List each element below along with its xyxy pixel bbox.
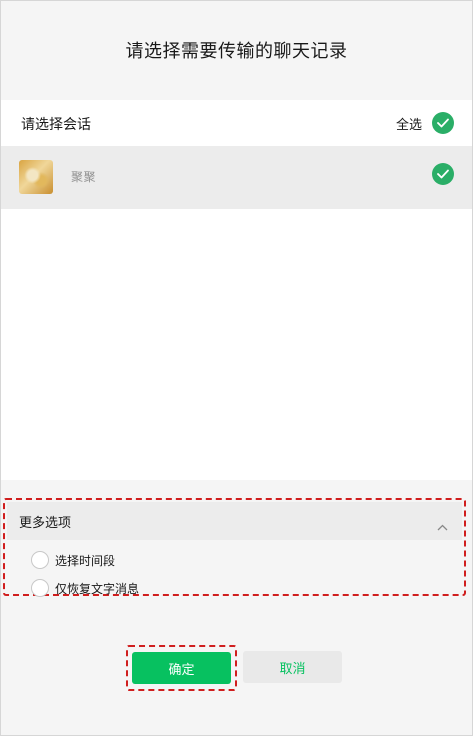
transfer-dialog: 请选择需要传输的聊天记录 请选择会话 全选 聚聚 更多选项 选择时间段 仅恢复文…: [0, 0, 473, 736]
more-options-panel: 更多选项 选择时间段 仅恢复文字消息: [3, 498, 466, 598]
option-time-range[interactable]: 选择时间段: [31, 550, 115, 570]
select-all-label: 全选: [395, 117, 422, 133]
check-icon[interactable]: [432, 163, 454, 185]
chevron-up-icon[interactable]: [437, 516, 448, 535]
more-options-title: 更多选项: [19, 516, 72, 531]
radio-button[interactable]: [31, 579, 49, 597]
check-icon: [432, 112, 454, 134]
conversation-item[interactable]: 聚聚: [1, 146, 472, 209]
confirm-button[interactable]: 确定: [132, 652, 231, 684]
cancel-button[interactable]: 取消: [243, 651, 342, 683]
list-header: 请选择会话 全选: [1, 100, 472, 146]
confirm-highlight: 确定: [126, 645, 237, 691]
option-label: 仅恢复文字消息: [55, 581, 140, 596]
option-text-only[interactable]: 仅恢复文字消息: [31, 578, 139, 598]
conversation-list: 请选择会话 全选 聚聚: [1, 100, 472, 480]
dialog-title: 请选择需要传输的聊天记录: [125, 41, 348, 62]
avatar: [19, 160, 53, 194]
list-header-label: 请选择会话: [21, 117, 91, 133]
radio-button[interactable]: [31, 551, 49, 569]
select-all-toggle[interactable]: 全选: [396, 111, 454, 135]
more-options-header[interactable]: 更多选项: [7, 502, 462, 540]
option-label: 选择时间段: [55, 553, 116, 568]
conversation-name: 聚聚: [71, 170, 97, 184]
